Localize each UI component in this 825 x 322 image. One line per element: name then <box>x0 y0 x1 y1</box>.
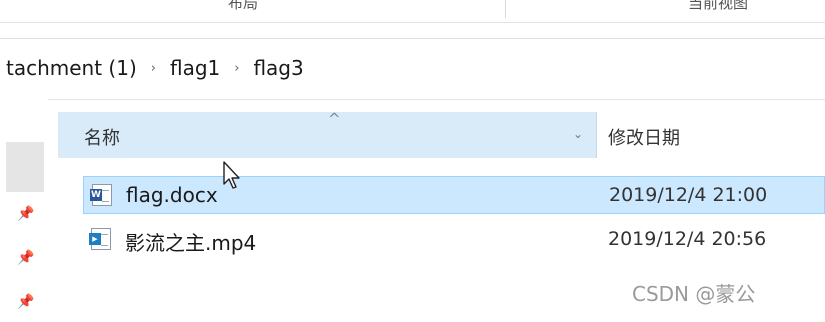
breadcrumb-separator-icon[interactable]: › <box>234 61 239 76</box>
column-header-name-label: 名称 <box>84 128 120 149</box>
word-badge-icon: W <box>90 189 102 201</box>
file-date-modified: 2019/12/4 21:00 <box>609 184 768 206</box>
column-header-row: 名称 ^ ⌄ 修改日期 <box>58 110 825 158</box>
pin-icon[interactable]: 📌 <box>17 251 34 265</box>
ribbon-group-current-view-label: 当前视图 <box>688 0 749 12</box>
address-bar[interactable]: tachment (1) › flag1 › flag3 <box>0 38 825 100</box>
navigation-pane: 📌 📌 📌 <box>0 99 48 322</box>
breadcrumb-item-attachment[interactable]: tachment (1) <box>6 56 137 80</box>
sort-ascending-icon: ^ <box>328 110 341 128</box>
pin-icon[interactable]: 📌 <box>17 295 34 309</box>
file-name: 影流之主.mp4 <box>125 231 257 255</box>
breadcrumb: tachment (1) › flag1 › flag3 <box>6 53 304 83</box>
file-name: flag.docx <box>126 183 218 207</box>
column-filter-dropdown-icon[interactable]: ⌄ <box>565 122 591 146</box>
file-row-video-mp4[interactable]: ▶ 影流之主.mp4 2019/12/4 20:56 <box>83 221 825 259</box>
ribbon-strip: 布局 当前视图 <box>0 0 825 23</box>
video-file-icon: ▶ <box>89 228 111 250</box>
video-badge-icon: ▶ <box>89 233 101 245</box>
column-header-name[interactable]: 名称 ^ ⌄ <box>58 110 597 158</box>
file-row-flag-docx[interactable]: W flag.docx 2019/12/4 21:00 <box>83 176 825 214</box>
ribbon-separator <box>505 0 506 18</box>
mouse-pointer-icon <box>223 161 240 189</box>
breadcrumb-separator-icon[interactable]: › <box>151 61 156 76</box>
column-header-date-modified[interactable]: 修改日期 <box>608 124 680 150</box>
breadcrumb-item-flag3[interactable]: flag3 <box>253 56 303 80</box>
watermark: CSDN @蒙公 <box>632 282 756 306</box>
pin-icon[interactable]: 📌 <box>17 207 34 221</box>
file-date-modified: 2019/12/4 20:56 <box>608 228 767 250</box>
word-document-icon: W <box>90 184 112 206</box>
breadcrumb-item-flag1[interactable]: flag1 <box>170 56 220 80</box>
ribbon-group-layout-label: 布局 <box>228 0 259 12</box>
nav-pane-selected-item[interactable] <box>6 142 44 192</box>
